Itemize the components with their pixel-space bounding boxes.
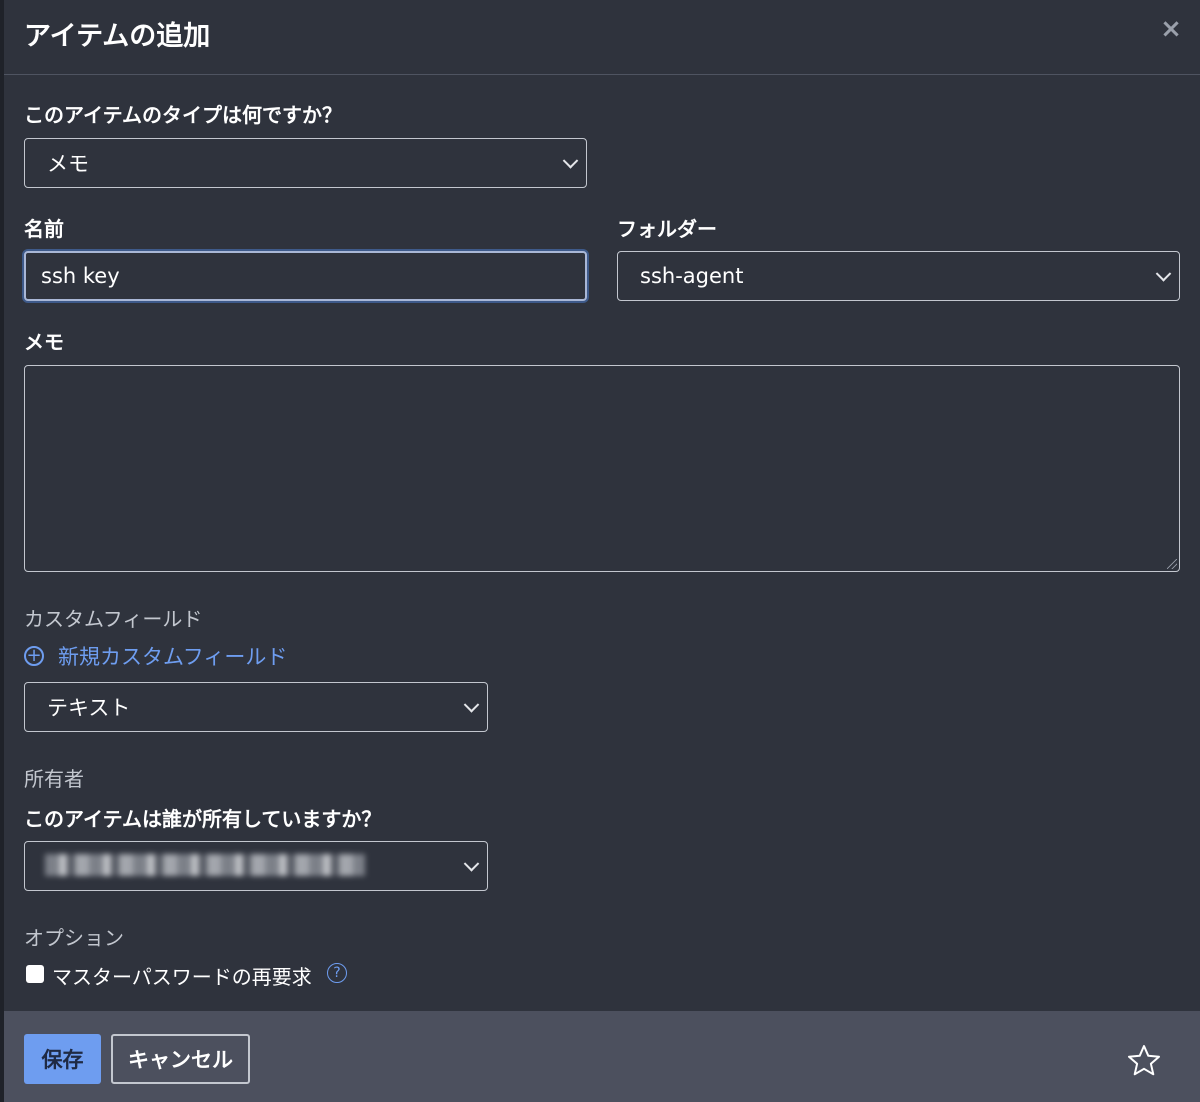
ownership-heading: 所有者 (24, 767, 84, 791)
redacted-owner-value (45, 854, 365, 876)
type-select[interactable]: メモ (24, 138, 587, 188)
name-input-value: ssh key (41, 264, 120, 288)
chevron-down-icon (1155, 266, 1172, 282)
dialog-header: アイテムの追加 × (4, 0, 1200, 75)
chevron-down-icon (562, 153, 579, 169)
dialog-title: アイテムの追加 (24, 21, 211, 52)
custom-fields-heading: カスタムフィールド (24, 607, 203, 631)
close-button[interactable]: × (1154, 12, 1188, 46)
new-custom-field-link[interactable]: + 新規カスタムフィールド (24, 641, 287, 671)
options-heading: オプション (24, 926, 124, 950)
type-select-value: メモ (47, 152, 89, 176)
new-custom-field-label: 新規カスタムフィールド (58, 645, 288, 669)
close-icon: × (1160, 14, 1182, 44)
custom-field-type-value: テキスト (47, 696, 131, 720)
help-icon[interactable]: ? (327, 963, 347, 983)
chevron-down-icon (463, 697, 480, 713)
folder-label: フォルダー (617, 217, 717, 241)
save-button[interactable]: 保存 (24, 1034, 101, 1084)
favorite-button[interactable] (1124, 1041, 1164, 1081)
cancel-button[interactable]: キャンセル (111, 1034, 250, 1084)
plus-circle-icon: + (24, 646, 44, 666)
custom-field-type-select[interactable]: テキスト (24, 682, 488, 732)
notes-textarea[interactable] (24, 365, 1180, 572)
resize-handle[interactable] (1167, 559, 1177, 569)
master-password-reprompt-label: マスターパスワードの再要求 (52, 965, 312, 989)
folder-select[interactable]: ssh-agent (617, 251, 1180, 301)
name-label: 名前 (24, 217, 64, 241)
add-item-dialog: アイテムの追加 × このアイテムのタイプは何ですか？ メモ 名前 ssh key… (4, 0, 1200, 1102)
master-password-reprompt-checkbox[interactable] (26, 965, 44, 983)
name-input[interactable]: ssh key (24, 251, 587, 301)
owner-select[interactable] (24, 841, 488, 891)
star-icon (1128, 1045, 1160, 1076)
type-label: このアイテムのタイプは何ですか？ (24, 103, 342, 127)
chevron-down-icon (463, 856, 480, 872)
dialog-footer: 保存 キャンセル (4, 1011, 1200, 1102)
notes-label: メモ (24, 330, 64, 354)
folder-select-value: ssh-agent (640, 264, 744, 288)
owner-question-label: このアイテムは誰が所有していますか？ (24, 807, 382, 831)
